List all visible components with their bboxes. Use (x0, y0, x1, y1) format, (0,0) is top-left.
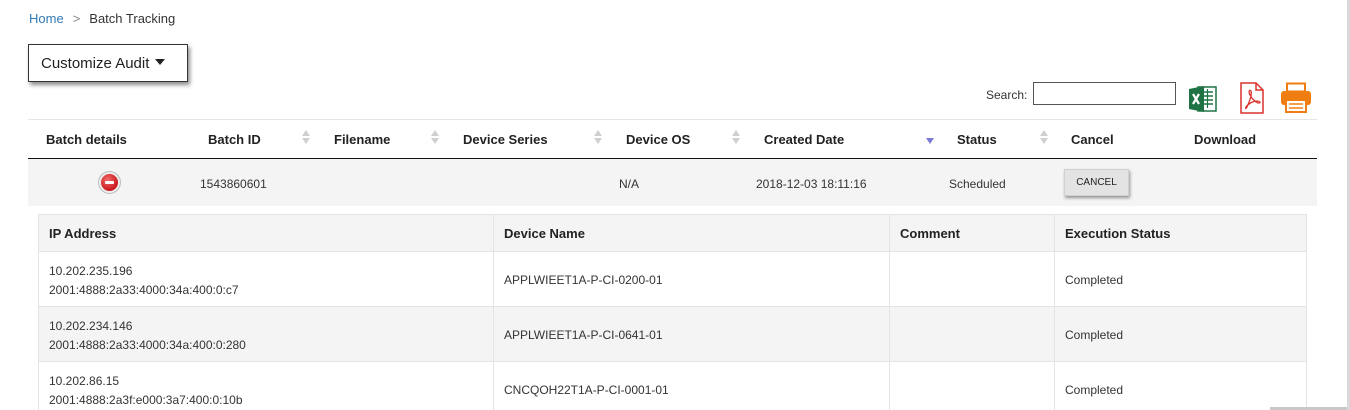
status-cell: Scheduled (949, 177, 1006, 191)
col-ip-address: IP Address (49, 226, 117, 241)
execution-status-cell: Completed (1065, 273, 1124, 287)
sort-desc-icon[interactable] (926, 138, 934, 144)
col-cancel: Cancel (1071, 132, 1114, 147)
details-table-header: IP Address Device Name Comment Execution… (39, 215, 1306, 252)
table-row: 10.202.235.196 2001:4888:2a33:4000:34a:4… (39, 252, 1306, 307)
batch-table-header: Batch details Batch ID Filename Device S… (28, 119, 1317, 159)
breadcrumb: Home > Batch Tracking (29, 11, 175, 26)
breadcrumb-separator: > (72, 11, 81, 26)
ipv4-address: 10.202.235.196 (49, 264, 133, 278)
col-filename[interactable]: Filename (334, 132, 390, 147)
device-os-cell: N/A (619, 177, 640, 191)
col-execution-status: Execution Status (1065, 226, 1171, 241)
table-row: 10.202.86.15 2001:4888:2a3f:e000:3a7:400… (39, 362, 1306, 410)
col-device-os[interactable]: Device OS (626, 132, 690, 147)
device-name-cell: APPLWIEET1A-P-CI-0200-01 (504, 273, 663, 287)
execution-status-cell: Completed (1065, 328, 1124, 342)
sort-icon[interactable] (431, 130, 439, 146)
pdf-icon[interactable] (1239, 82, 1265, 117)
table-row: 10.202.234.146 2001:4888:2a33:4000:34a:4… (39, 307, 1306, 362)
batch-table: Batch details Batch ID Filename Device S… (28, 119, 1317, 206)
sort-icon[interactable] (732, 130, 740, 146)
col-created-date[interactable]: Created Date (764, 132, 844, 147)
device-name-cell: CNCQOH22T1A-P-CI-0001-01 (504, 383, 669, 397)
search-input[interactable] (1033, 82, 1176, 105)
col-comment: Comment (900, 226, 960, 241)
ipv4-address: 10.202.86.15 (49, 374, 120, 388)
sort-icon[interactable] (1040, 130, 1048, 146)
excel-icon[interactable] (1188, 84, 1218, 117)
col-download: Download (1194, 132, 1257, 147)
batch-id-cell: 1543860601 (200, 177, 267, 191)
execution-status-cell: Completed (1065, 383, 1124, 397)
collapse-details-icon[interactable] (101, 174, 118, 191)
col-batch-details: Batch details (46, 132, 127, 147)
customize-audit-dropdown[interactable]: Customize Audit (28, 44, 188, 82)
cancel-button[interactable]: CANCEL (1064, 169, 1129, 196)
sort-icon[interactable] (594, 130, 602, 146)
col-device-series[interactable]: Device Series (463, 132, 548, 147)
breadcrumb-home-link[interactable]: Home (29, 11, 64, 26)
col-status[interactable]: Status (957, 132, 997, 147)
batch-details-table: IP Address Device Name Comment Execution… (38, 214, 1307, 410)
col-batch-id[interactable]: Batch ID (208, 132, 261, 147)
ipv6-address: 2001:4888:2a3f:e000:3a7:400:0:10b (49, 393, 243, 407)
device-name-cell: APPLWIEET1A-P-CI-0641-01 (504, 328, 663, 342)
print-icon[interactable] (1279, 82, 1313, 117)
search-label: Search: (986, 88, 1028, 102)
ipv6-address: 2001:4888:2a33:4000:34a:400:0:280 (49, 338, 246, 352)
ipv4-address: 10.202.234.146 (49, 319, 133, 333)
created-date-cell: 2018-12-03 18:11:16 (756, 177, 867, 191)
breadcrumb-current: Batch Tracking (89, 11, 176, 26)
caret-down-icon (155, 59, 166, 65)
ipv6-address: 2001:4888:2a33:4000:34a:400:0:c7 (49, 283, 239, 297)
customize-audit-label: Customize Audit (41, 54, 150, 72)
col-device-name: Device Name (504, 226, 585, 241)
table-row: 1543860601 N/A 2018-12-03 18:11:16 Sched… (28, 159, 1317, 206)
sort-icon[interactable] (302, 130, 310, 146)
